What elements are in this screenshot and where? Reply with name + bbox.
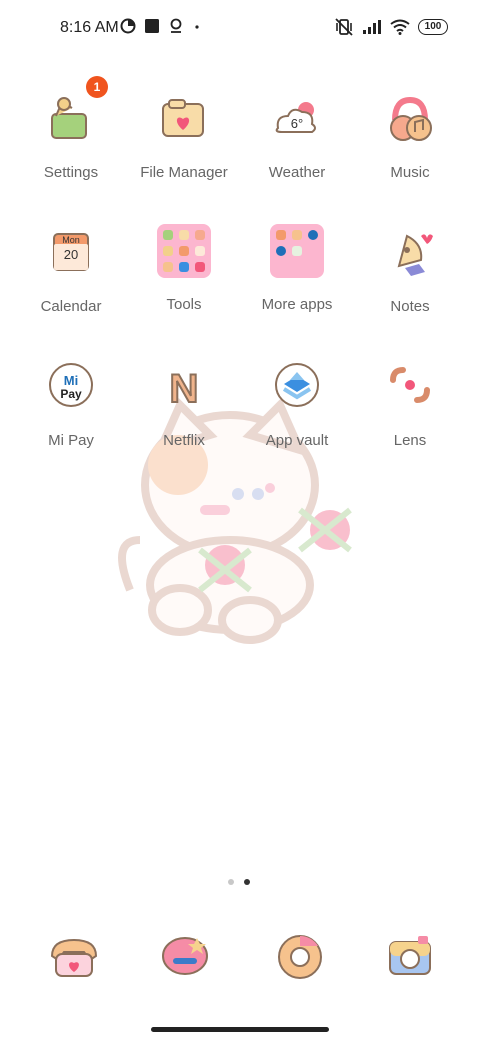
app-label: Lens [393,432,427,449]
app-label: Netflix [163,432,205,449]
settings-icon: 1 [42,76,108,150]
square-notification-icon [145,19,159,33]
vibrate-off-icon [335,18,353,36]
page-dot[interactable] [228,879,234,885]
app-label: Music [390,164,430,181]
calendar-date: 20 [64,247,78,262]
status-bar: 8:16 AM 100 [0,0,480,56]
notification-badge: 1 [86,76,108,98]
app-settings[interactable]: 1 Settings [16,76,126,181]
folder-tools[interactable]: Tools [129,222,239,313]
system-icons: 100 [334,18,448,36]
data-saver-icon [120,18,136,34]
app-music[interactable]: Music [355,92,465,181]
weather-icon: 6° [268,92,326,150]
wifi-icon [390,19,410,35]
app-label: App vault [265,432,329,449]
chrome-icon [278,935,322,979]
app-netflix[interactable]: N Netflix [129,360,239,449]
dock-chrome[interactable] [270,932,330,982]
lens-icon [381,360,439,418]
tools-folder-icon [155,224,213,282]
dock-phone[interactable] [44,932,104,982]
clock: 8:16 AM [60,19,119,36]
folder-more-apps[interactable]: More apps [242,222,352,313]
app-vault-icon [268,360,326,418]
music-icon [381,92,439,150]
notes-icon [381,226,439,284]
app-label: Mi Pay [48,432,94,449]
app-label: Notes [390,298,430,315]
dock-camera[interactable] [382,932,442,982]
messages-icon [162,937,208,975]
app-label: Calendar [40,298,102,315]
more-apps-folder-icon [268,224,326,282]
app-label: Weather [268,164,326,181]
app-label: File Manager [140,164,228,181]
page-dot-active[interactable] [244,879,250,885]
mi-pay-logo-top: Mi [64,373,78,388]
netflix-logo: N [170,367,199,411]
app-mi-pay[interactable]: Mi Pay Mi Pay [16,360,126,449]
calendar-day: Mon [62,235,80,245]
home-gesture-bar[interactable] [151,1027,329,1032]
app-label: Settings [43,164,99,181]
app-label: More apps [261,296,333,313]
phone-icon [50,938,98,977]
camera-icon [389,936,431,975]
app-app-vault[interactable]: App vault [242,360,352,449]
mi-pay-logo-bottom: Pay [60,387,82,401]
page-indicator [228,879,250,885]
file-manager-icon [155,92,213,150]
notification-icons [120,18,202,34]
signal-icon [363,20,381,34]
location-icon [170,18,182,33]
mi-pay-icon: Mi Pay [42,360,100,418]
app-calendar[interactable]: Mon 20 Calendar [16,226,126,315]
app-weather[interactable]: 6° Weather [242,92,352,181]
app-notes[interactable]: Notes [355,226,465,315]
app-lens[interactable]: Lens [355,360,465,449]
battery-icon: 100 [418,19,448,35]
weather-temp: 6° [291,116,303,131]
dot-icon [195,25,199,29]
app-file-manager[interactable]: File Manager [129,92,239,181]
calendar-icon: Mon 20 [42,226,100,284]
dock-messages[interactable] [157,932,217,982]
app-label: Tools [166,296,202,313]
netflix-icon: N [155,360,213,418]
